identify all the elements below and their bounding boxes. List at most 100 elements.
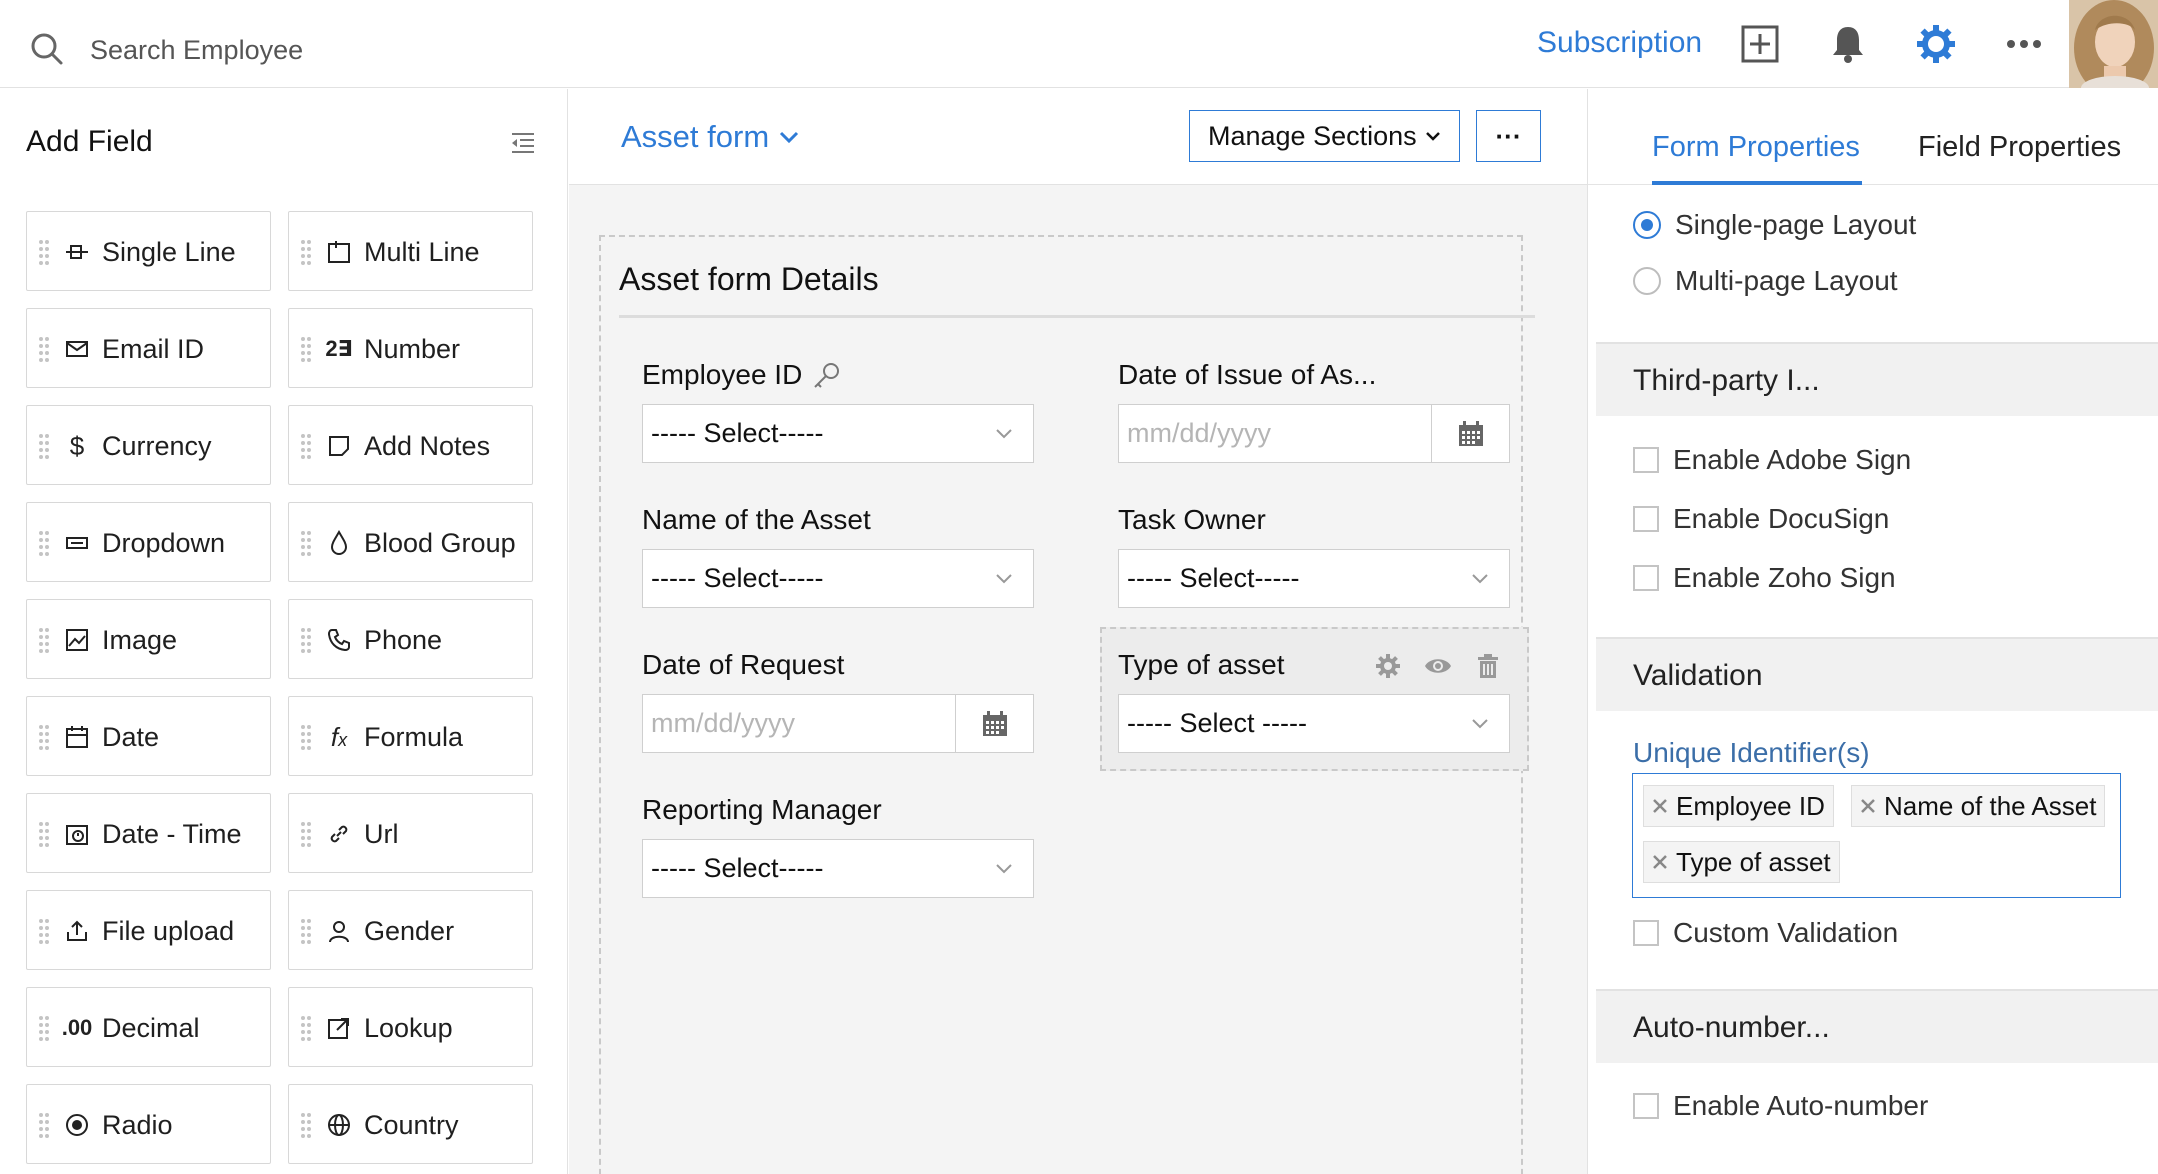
field-tile-currency[interactable]: $ Currency — [26, 405, 271, 485]
drag-handle-icon[interactable] — [38, 821, 50, 847]
field-tile-image[interactable]: Image — [26, 599, 271, 679]
drag-handle-icon[interactable] — [38, 336, 50, 362]
date-of-issue-field — [1118, 404, 1510, 463]
manage-sections-label: Manage Sections — [1208, 120, 1417, 151]
chevron-down-icon — [996, 864, 1012, 874]
drag-handle-icon[interactable] — [300, 433, 312, 459]
drag-handle-icon[interactable] — [38, 530, 50, 556]
chevron-down-icon[interactable] — [779, 131, 799, 145]
search-icon[interactable] — [30, 32, 64, 66]
multi-page-layout-option[interactable]: Multi-page Layout — [1633, 265, 1898, 297]
drag-handle-icon[interactable] — [300, 627, 312, 653]
date-of-request-input[interactable] — [643, 695, 955, 752]
gear-icon[interactable] — [1914, 22, 1958, 66]
enable-zoho-sign-option[interactable]: Enable Zoho Sign — [1633, 562, 1896, 594]
field-tile-lookup[interactable]: Lookup — [288, 987, 533, 1067]
reporting-manager-value: ----- Select----- — [651, 853, 824, 883]
drag-handle-icon[interactable] — [38, 1112, 50, 1138]
remove-chip-icon[interactable] — [1650, 852, 1670, 872]
tab-field-properties[interactable]: Field Properties — [1918, 131, 2121, 164]
drag-handle-icon[interactable] — [300, 530, 312, 556]
remove-chip-icon[interactable] — [1858, 796, 1878, 816]
tab-form-properties[interactable]: Form Properties — [1652, 131, 1860, 164]
date-of-request-field — [642, 694, 1034, 753]
task-owner-select[interactable]: ----- Select----- — [1118, 549, 1510, 608]
field-tile-blood-group[interactable]: Blood Group — [288, 502, 533, 582]
trash-icon[interactable] — [1474, 652, 1502, 680]
add-square-icon[interactable] — [1738, 22, 1782, 66]
validation-section-header[interactable]: Validation — [1596, 637, 2158, 711]
field-tile-radio[interactable]: Radio — [26, 1084, 271, 1164]
more-options-icon[interactable] — [2002, 22, 2046, 66]
enable-auto-number-option[interactable]: Enable Auto-number — [1633, 1090, 1928, 1122]
third-party-section-header[interactable]: Third-party I... — [1596, 342, 2158, 416]
field-tile-multi-line[interactable]: Multi Line — [288, 211, 533, 291]
field-tile-date-time[interactable]: Date - Time — [26, 793, 271, 873]
field-tile-url[interactable]: Url — [288, 793, 533, 873]
field-tile-file-upload[interactable]: File upload — [26, 890, 271, 970]
field-tile-single-line[interactable]: Single Line — [26, 211, 271, 291]
field-tile-label: File upload — [102, 916, 235, 946]
field-tile-dropdown[interactable]: Dropdown — [26, 502, 271, 582]
date-of-issue-input[interactable] — [1119, 405, 1431, 462]
drag-handle-icon[interactable] — [300, 821, 312, 847]
custom-validation-option[interactable]: Custom Validation — [1633, 917, 1898, 949]
add-field-panel: Add Field Single Line Multi Line Email ID 2… — [0, 89, 568, 1174]
bell-icon[interactable] — [1826, 22, 1870, 66]
field-tile-email-id[interactable]: Email ID — [26, 308, 271, 388]
form-more-button[interactable]: ··· — [1476, 110, 1541, 162]
drag-handle-icon[interactable] — [38, 918, 50, 944]
avatar[interactable] — [2069, 0, 2158, 88]
drag-handle-icon[interactable] — [38, 627, 50, 653]
name-of-asset-select[interactable]: ----- Select----- — [642, 549, 1034, 608]
date-of-request-label: Date of Request — [642, 649, 845, 680]
drag-handle-icon[interactable] — [300, 1112, 312, 1138]
field-tile-phone[interactable]: Phone — [288, 599, 533, 679]
field-settings-icon[interactable] — [1374, 652, 1402, 680]
drag-handle-icon[interactable] — [300, 1015, 312, 1041]
field-tile-country[interactable]: Country — [288, 1084, 533, 1164]
collapse-panel-icon[interactable] — [510, 131, 536, 155]
calendar-button[interactable] — [955, 695, 1033, 752]
search-employee-input[interactable] — [90, 28, 690, 72]
upload-icon — [63, 917, 91, 945]
date-icon — [63, 723, 91, 751]
enable-adobe-sign-option[interactable]: Enable Adobe Sign — [1633, 444, 1911, 476]
remove-chip-icon[interactable] — [1650, 796, 1670, 816]
drag-handle-icon[interactable] — [38, 433, 50, 459]
name-of-asset-label: Name of the Asset — [642, 504, 871, 535]
manage-sections-button[interactable]: Manage Sections — [1189, 110, 1460, 162]
enable-docusign-option[interactable]: Enable DocuSign — [1633, 503, 1889, 535]
drag-handle-icon[interactable] — [300, 724, 312, 750]
field-tile-label: Radio — [102, 1110, 173, 1140]
dropdown-icon — [63, 529, 91, 557]
decimal-icon: .00 — [61, 1015, 93, 1040]
reporting-manager-select[interactable]: ----- Select----- — [642, 839, 1034, 898]
field-tile-label: Multi Line — [364, 237, 480, 267]
field-tile-gender[interactable]: Gender — [288, 890, 533, 970]
field-tile-date[interactable]: Date — [26, 696, 271, 776]
drag-handle-icon[interactable] — [300, 918, 312, 944]
field-tile-number[interactable]: 2∃ Number — [288, 308, 533, 388]
unique-identifiers-input[interactable]: Employee ID Name of the Asset Type of as… — [1632, 773, 2121, 898]
link-icon — [325, 820, 353, 848]
drag-handle-icon[interactable] — [38, 724, 50, 750]
drag-handle-icon[interactable] — [38, 1015, 50, 1041]
form-name-dropdown[interactable]: Asset form — [621, 119, 769, 155]
field-tile-add-notes[interactable]: Add Notes — [288, 405, 533, 485]
field-tile-formula[interactable]: fx Formula — [288, 696, 533, 776]
enable-auto-number-label: Enable Auto-number — [1673, 1090, 1929, 1121]
field-tile-decimal[interactable]: .00 Decimal — [26, 987, 271, 1067]
single-page-layout-option[interactable]: Single-page Layout — [1633, 209, 1916, 241]
identifier-chip: Employee ID — [1643, 785, 1834, 827]
drag-handle-icon[interactable] — [300, 239, 312, 265]
drag-handle-icon[interactable] — [300, 336, 312, 362]
properties-tabs: Form Properties Field Properties — [1588, 89, 2158, 185]
subscription-link[interactable]: Subscription — [1537, 26, 1702, 60]
auto-number-section-header[interactable]: Auto-number... — [1596, 989, 2158, 1063]
eye-icon[interactable] — [1424, 652, 1452, 680]
type-of-asset-select[interactable]: ----- Select ----- — [1118, 694, 1510, 753]
drag-handle-icon[interactable] — [38, 239, 50, 265]
calendar-button[interactable] — [1431, 405, 1509, 462]
employee-id-select[interactable]: ----- Select----- — [642, 404, 1034, 463]
